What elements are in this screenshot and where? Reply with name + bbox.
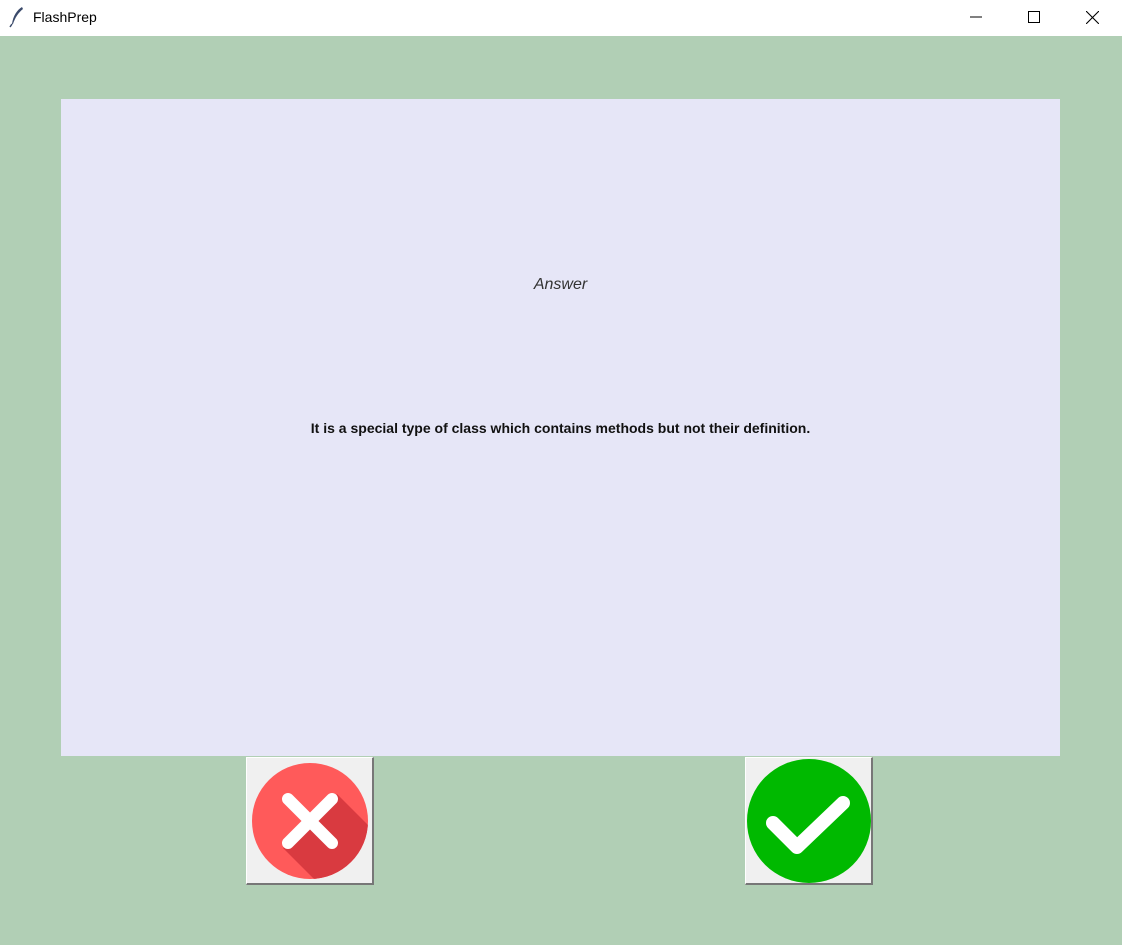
cross-icon	[251, 762, 368, 879]
title-bar[interactable]: FlashPrep	[0, 0, 1122, 36]
maximize-icon	[1028, 11, 1040, 23]
card-answer-text: It is a special type of class which cont…	[310, 420, 811, 436]
app-window: FlashPrep Answer It is a special type of…	[0, 0, 1122, 945]
feather-icon	[9, 7, 23, 28]
minimize-button[interactable]	[947, 0, 1005, 34]
card-side-label: Answer	[533, 276, 588, 293]
wrong-button[interactable]	[246, 757, 374, 885]
maximize-button[interactable]	[1005, 0, 1063, 34]
right-button[interactable]	[745, 757, 873, 885]
flashcard[interactable]: Answer It is a special type of class whi…	[61, 99, 1060, 756]
minimize-icon	[970, 16, 982, 18]
close-button[interactable]	[1063, 0, 1121, 34]
close-icon	[1085, 10, 1099, 24]
window-title: FlashPrep	[33, 9, 97, 25]
checkmark-icon	[746, 758, 871, 883]
